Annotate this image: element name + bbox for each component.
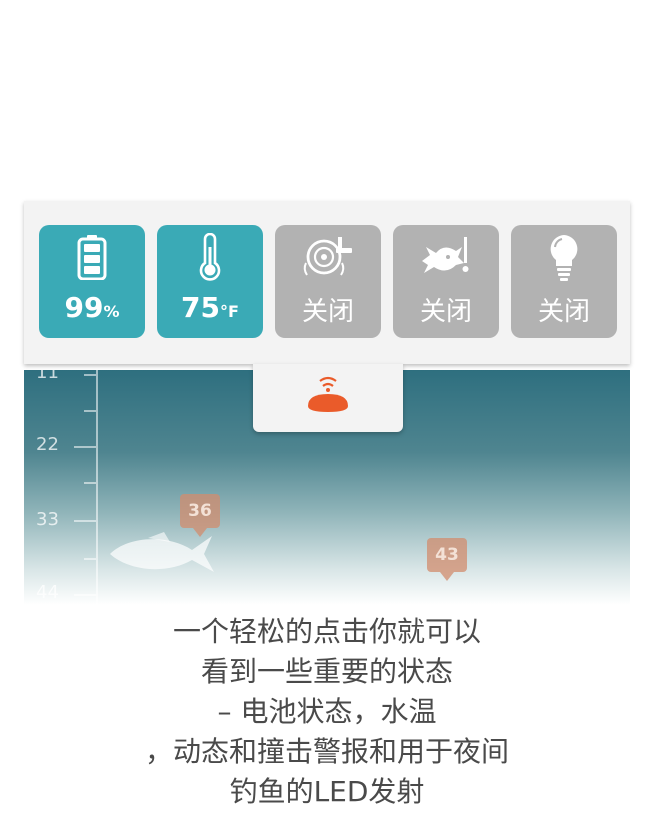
depth-tick: [74, 520, 96, 522]
caption-line: – 电池状态，水温: [217, 695, 437, 728]
water-temp-value: 75°F: [157, 291, 263, 324]
battery-unit: %: [103, 302, 120, 321]
alarm-bell-icon: [303, 237, 352, 276]
caption-line: 看到一些重要的状态: [200, 655, 453, 688]
water-temp-unit: °F: [220, 302, 239, 321]
feature-caption: 一个轻松的点击你就可以 看到一些重要的状态 – 电池状态，水温 ，动态和撞击警报…: [0, 612, 654, 812]
depth-axis: [96, 370, 98, 605]
thermometer-icon: [199, 233, 221, 281]
battery-value: 99%: [39, 291, 145, 324]
fish-alarm-tile[interactable]: 关闭: [393, 225, 499, 338]
depth-tick: [74, 594, 96, 596]
light-bulb-icon: [550, 235, 578, 281]
depth-tick: [84, 410, 96, 412]
depth-tick: [84, 558, 96, 560]
fish-depth-tag[interactable]: 43: [427, 538, 467, 581]
water-temp-number: 75: [181, 291, 221, 324]
alarm-status: 关闭: [301, 297, 354, 327]
depth-label: 33: [36, 509, 59, 530]
fish-alarm-status: 关闭: [419, 297, 472, 327]
depth-label: 22: [36, 434, 59, 455]
light-status: 关闭: [537, 297, 590, 327]
caption-line: 一个轻松的点击你就可以: [172, 615, 481, 648]
battery-percent: 99: [64, 291, 104, 324]
depth-tick: [84, 374, 96, 376]
fish-alarm-icon: [422, 237, 469, 273]
caption-line: ，动态和撞击警报和用于夜间: [144, 735, 509, 768]
battery-tile[interactable]: 99%: [39, 225, 145, 338]
depth-label: 11: [36, 370, 59, 383]
caption-line: 钓鱼的LED发射: [229, 775, 425, 808]
battery-icon: [77, 235, 107, 280]
depth-tick: [74, 446, 96, 448]
depth-label: 44: [36, 582, 59, 603]
sonar-device-icon: [308, 376, 348, 412]
fish-icon: [110, 532, 214, 572]
water-temp-tile[interactable]: 75°F: [157, 225, 263, 338]
alarm-tile[interactable]: 关闭: [275, 225, 381, 338]
depth-tick: [84, 482, 96, 484]
device-tab[interactable]: [253, 364, 403, 432]
status-bar: 99% 75°F 关闭 关闭 关闭: [24, 201, 630, 364]
fish-depth-tag[interactable]: 36: [180, 494, 220, 537]
light-tile[interactable]: 关闭: [511, 225, 617, 338]
